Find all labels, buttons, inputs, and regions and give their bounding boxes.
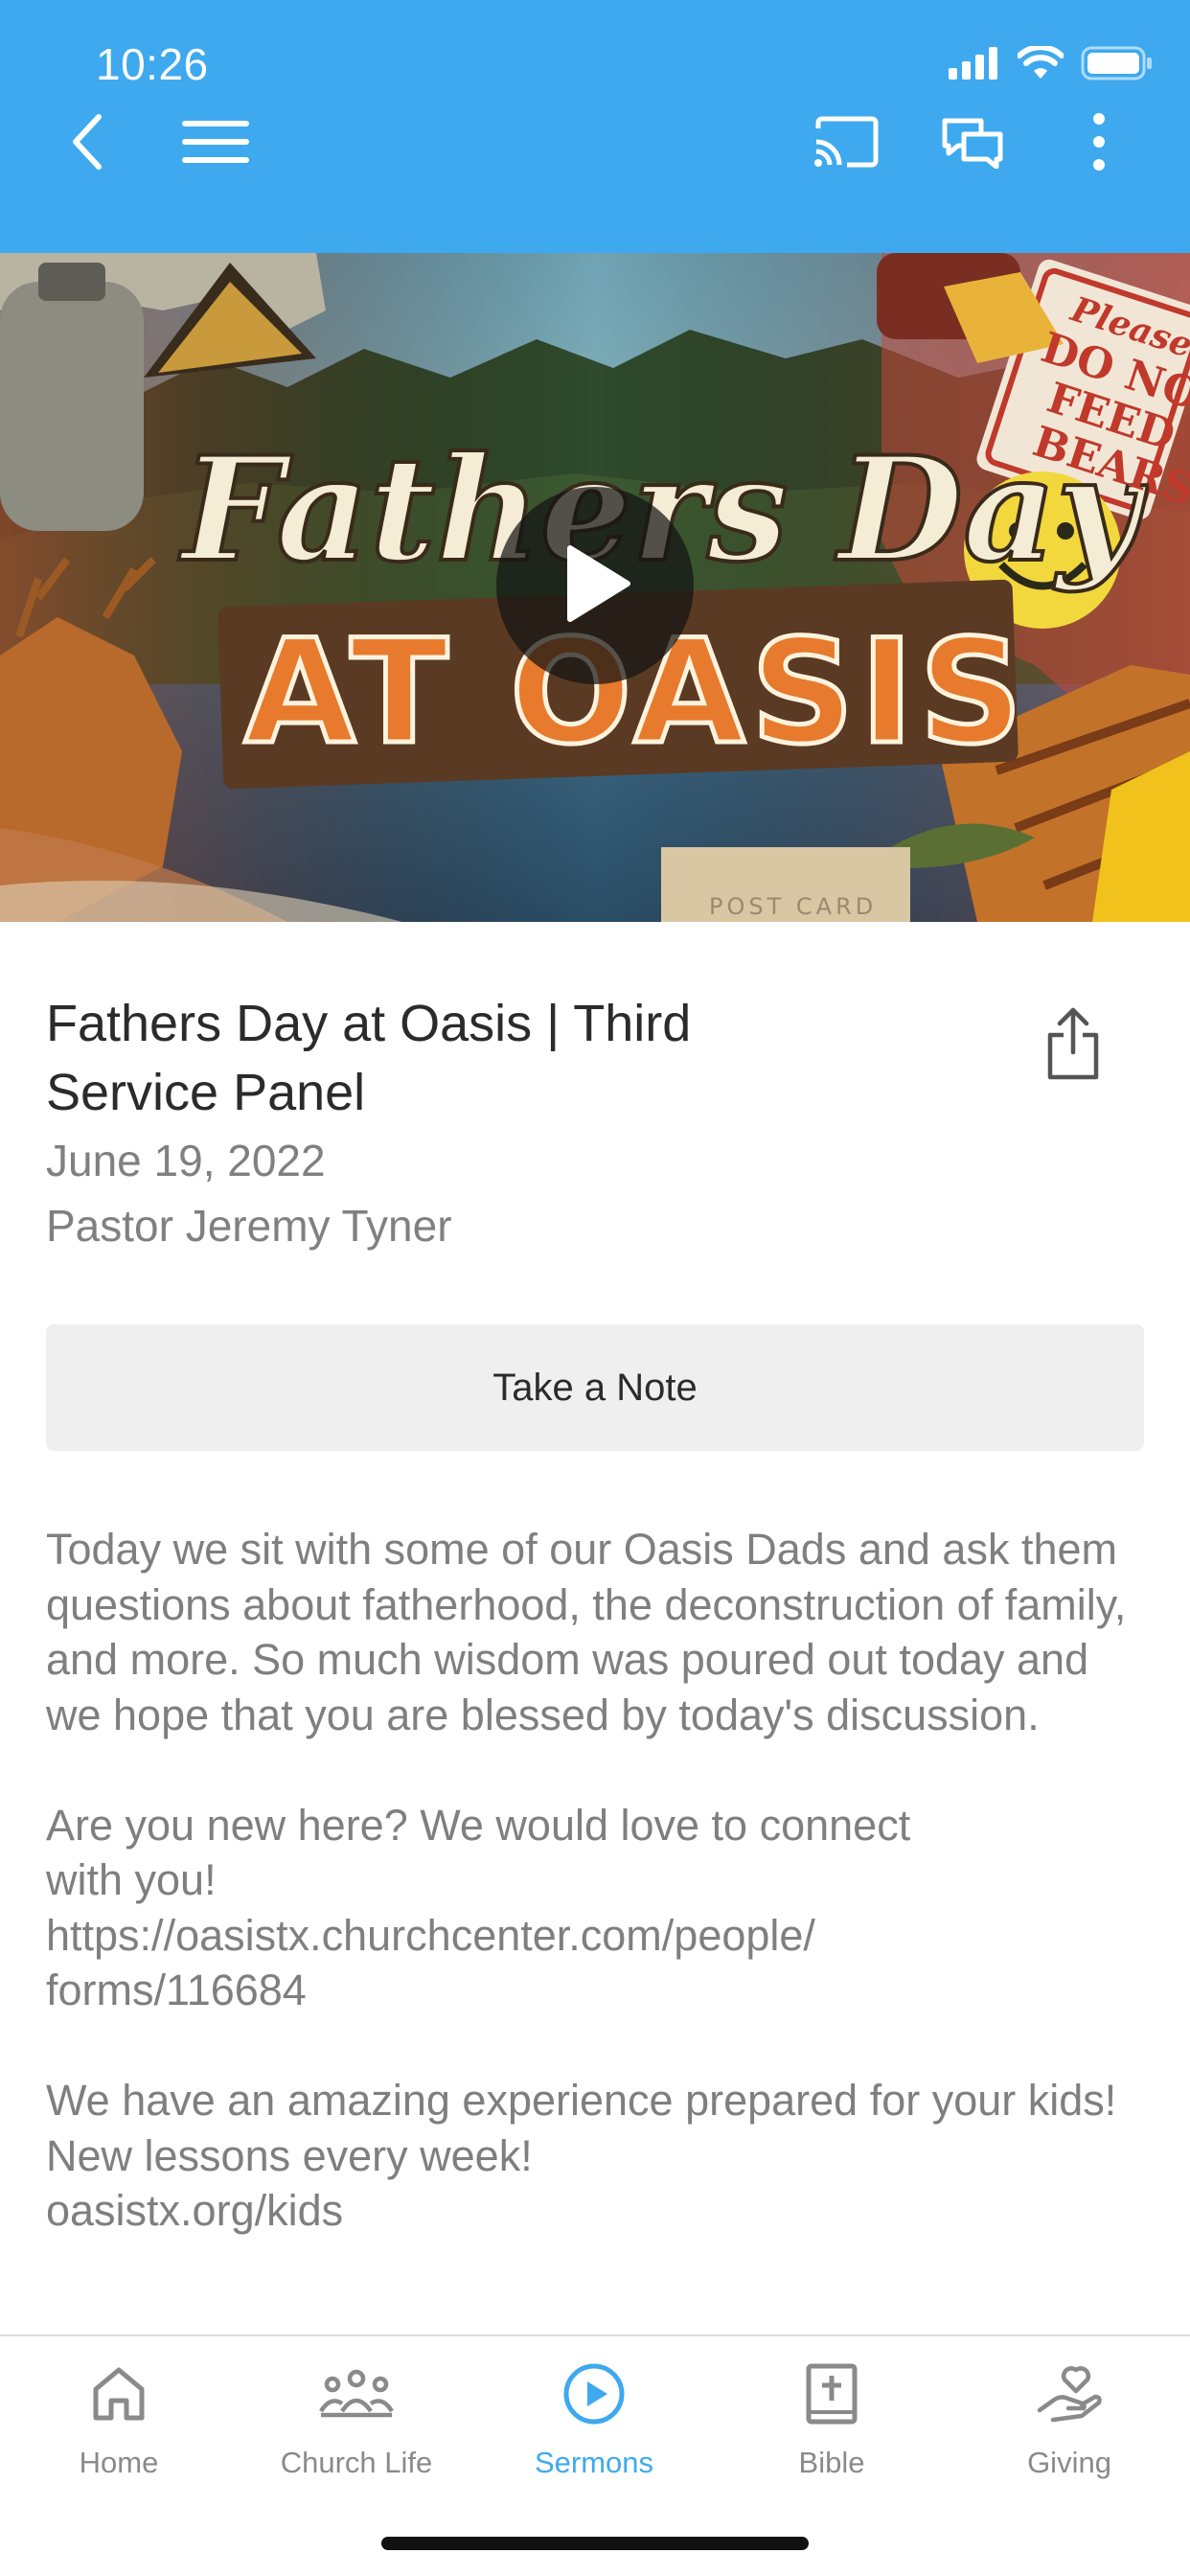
wifi-icon: [1017, 43, 1064, 85]
share-icon: [1044, 1006, 1102, 1086]
bible-icon: [793, 2356, 870, 2432]
signal-icon: [949, 46, 1000, 84]
people-group-icon: [318, 2356, 395, 2432]
tab-home[interactable]: Home: [23, 2356, 215, 2499]
description-paragraph: We have an amazing experience prepared f…: [46, 2076, 1117, 2235]
more-options-button[interactable]: [1056, 101, 1142, 187]
cast-button[interactable]: [803, 101, 889, 187]
more-vertical-icon: [1091, 111, 1107, 177]
share-button[interactable]: [1035, 1002, 1111, 1089]
take-a-note-button[interactable]: Take a Note: [46, 1324, 1144, 1451]
cast-icon: [812, 115, 880, 173]
description-paragraph: Are you new here? We would love to conne…: [46, 1800, 911, 2015]
home-icon: [80, 2356, 157, 2432]
sermon-description: Today we sit with some of our Oasis Dads…: [46, 1522, 1148, 2239]
tab-church-life[interactable]: Church Life: [261, 2356, 452, 2499]
hero-postcard-text: POST CARD: [709, 893, 877, 920]
play-button[interactable]: [496, 487, 694, 684]
giving-hand-icon: [1031, 2356, 1108, 2432]
status-time: 10:26: [96, 39, 209, 89]
tab-bible[interactable]: Bible: [736, 2356, 927, 2499]
hamburger-menu-icon: [182, 119, 249, 170]
chevron-left-icon: [68, 113, 106, 175]
tab-label: Church Life: [280, 2446, 433, 2479]
sermon-date: June 19, 2022: [46, 1136, 326, 1185]
tab-label: Bible: [798, 2446, 865, 2479]
tab-sermons[interactable]: Sermons: [498, 2356, 690, 2499]
status-icons: [949, 43, 1154, 85]
back-button[interactable]: [44, 101, 130, 187]
tab-label: Giving: [1027, 2446, 1111, 2479]
battery-icon: [1081, 46, 1154, 85]
play-icon: [557, 542, 633, 630]
app-header: 10:26: [0, 0, 1190, 253]
tab-label: Home: [79, 2446, 159, 2479]
sermon-title: Fathers Day at Oasis | Third Service Pan…: [46, 995, 692, 1121]
play-circle-icon: [556, 2356, 632, 2432]
sermon-hero-image[interactable]: Fathers Day AT OASIS POST CARD Please DO…: [0, 253, 1190, 922]
tab-giving[interactable]: Giving: [973, 2356, 1165, 2499]
tab-label: Sermons: [534, 2446, 654, 2479]
chat-bubbles-icon: [941, 115, 1004, 173]
chat-button[interactable]: [929, 101, 1016, 187]
home-indicator: [381, 2537, 809, 2550]
description-paragraph: Today we sit with some of our Oasis Dads…: [46, 1525, 1127, 1739]
sermon-speaker: Pastor Jeremy Tyner: [46, 1201, 452, 1251]
menu-button[interactable]: [172, 101, 259, 187]
